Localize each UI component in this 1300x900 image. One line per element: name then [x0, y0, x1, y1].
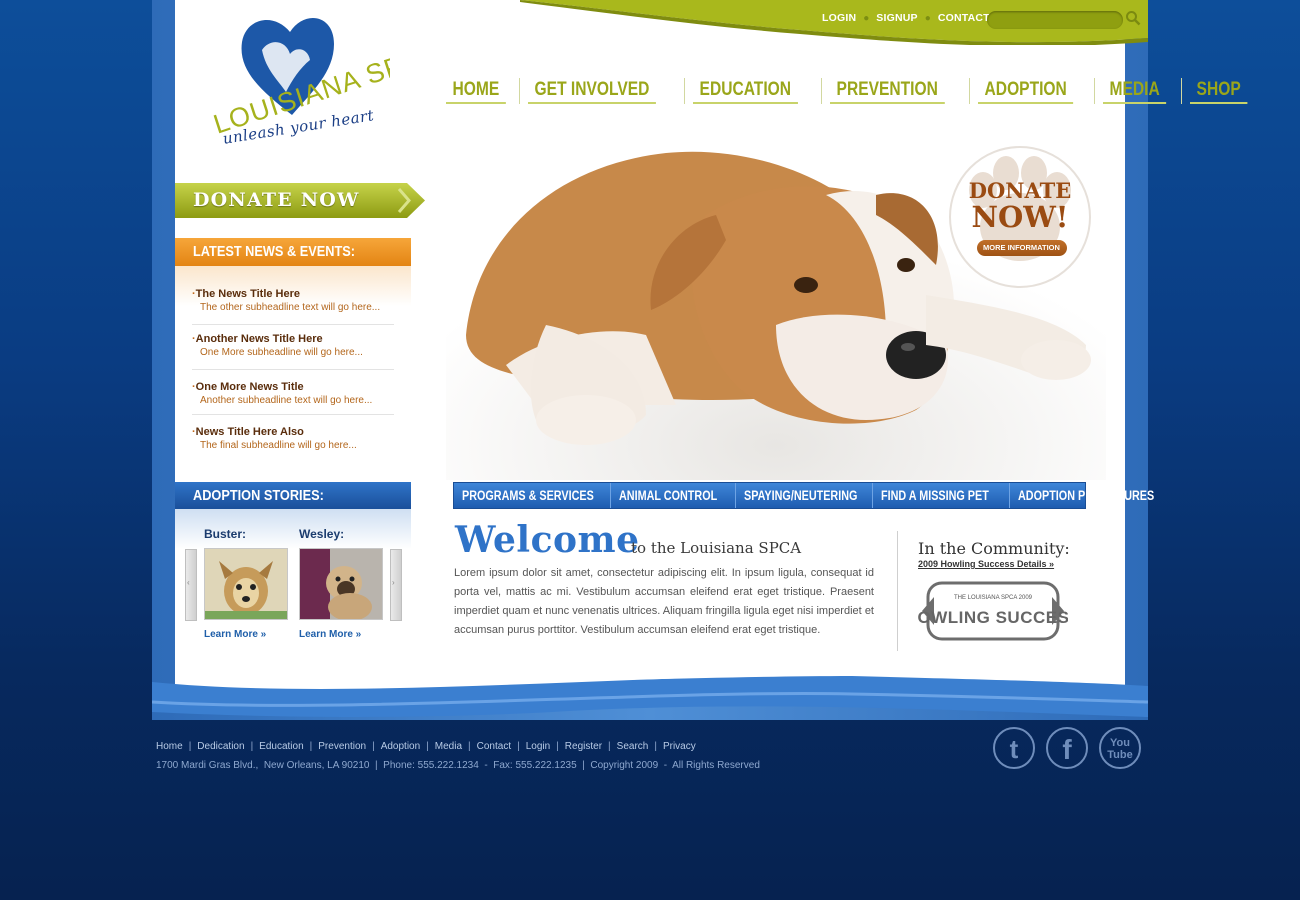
footer-link-login[interactable]: Login: [526, 741, 550, 752]
footer-address: 1700 Mardi Gras Blvd., New Orleans, LA 9…: [156, 760, 760, 771]
footer-link-home[interactable]: Home: [156, 741, 183, 752]
main-nav: HOME GET INVOLVED EDUCATION PREVENTION A…: [446, 78, 1260, 104]
footer-link-dedication[interactable]: Dedication: [197, 741, 244, 752]
welcome-title: Welcome: [455, 519, 640, 561]
footer-link-prevention[interactable]: Prevention: [318, 741, 366, 752]
welcome-subtitle: to the Louisiana SPCA: [631, 539, 802, 557]
news-subheadline: Another subheadline text will go here...: [200, 395, 373, 406]
carousel-prev-button[interactable]: ‹: [185, 549, 197, 621]
footer-link-adoption[interactable]: Adoption: [381, 741, 420, 752]
more-information-button[interactable]: MORE INFORMATION ›: [977, 240, 1067, 269]
separator-dot: ●: [924, 12, 931, 24]
footer-link-register[interactable]: Register: [565, 741, 602, 752]
news-item[interactable]: News Title Here Also The final subheadli…: [192, 415, 394, 460]
chevron-right-icon: ›: [1057, 258, 1061, 269]
nav-home[interactable]: HOME: [446, 78, 506, 104]
svg-text:You: You: [1110, 737, 1130, 749]
svg-text:Tube: Tube: [1107, 749, 1132, 761]
bottom-wave: [152, 672, 1148, 717]
footer-link-contact[interactable]: Contact: [477, 741, 511, 752]
contact-link[interactable]: CONTACT: [938, 12, 990, 24]
chevron-right-icon: ›: [392, 578, 395, 587]
adoption-story: Wesley: Learn More »: [299, 527, 383, 640]
twitter-icon[interactable]: t: [993, 727, 1035, 769]
pet-name: Wesley:: [299, 527, 345, 541]
subnav-find-missing-pet[interactable]: FIND A MISSING PET: [873, 483, 1010, 508]
signup-link[interactable]: SIGNUP: [876, 12, 917, 24]
secondary-nav: PROGRAMS & SERVICES ANIMAL CONTROL SPAYI…: [453, 482, 1154, 509]
svg-text:THE LOUISIANA SPCA 2009: THE LOUISIANA SPCA 2009: [954, 595, 1033, 601]
footer-links: Home | Dedication | Education | Prevention |…: [156, 741, 696, 752]
subnav-spaying-neutering[interactable]: SPAYING/NEUTERING: [736, 483, 873, 508]
youtube-icon[interactable]: You Tube: [1099, 727, 1141, 769]
svg-text:f: f: [1062, 734, 1072, 765]
footer-link-privacy[interactable]: Privacy: [663, 741, 696, 752]
news-item[interactable]: Another News Title Here One More subhead…: [192, 325, 394, 370]
nav-get-involved[interactable]: GET INVOLVED: [528, 78, 656, 104]
facebook-icon[interactable]: f: [1046, 727, 1088, 769]
svg-text:HOWLING SUCCESS: HOWLING SUCCESS: [918, 608, 1068, 627]
news-list: The News Title Here The other subheadlin…: [192, 280, 394, 460]
subnav-programs-services[interactable]: PROGRAMS & SERVICES: [454, 483, 611, 508]
footer-link-media[interactable]: Media: [435, 741, 462, 752]
news-header: LATEST NEWS & EVENTS:: [175, 238, 411, 266]
news-title: Another News Title Here: [192, 333, 394, 345]
divider: [897, 531, 898, 651]
howling-success-details-link[interactable]: 2009 Howling Success Details »: [918, 559, 1054, 569]
news-title: News Title Here Also: [192, 426, 394, 438]
news-subheadline: The final subheadline will go here...: [200, 440, 357, 451]
nav-media[interactable]: MEDIA: [1103, 78, 1167, 104]
footer-link-education[interactable]: Education: [259, 741, 303, 752]
community-title: In the Community:: [918, 539, 1070, 558]
adoption-story: Buster: Learn More »: [204, 527, 288, 640]
news-item[interactable]: One More News Title Another subheadline …: [192, 370, 394, 415]
separator-dot: ●: [863, 12, 870, 24]
learn-more-link[interactable]: Learn More »: [299, 629, 383, 640]
news-title: One More News Title: [192, 381, 394, 393]
pet-photo[interactable]: [299, 548, 383, 621]
carousel-next-button[interactable]: ›: [390, 549, 402, 621]
howling-success-logo[interactable]: THE LOUISIANA SPCA 2009 HOWLING SUCCESS: [918, 577, 1068, 645]
nav-shop[interactable]: SHOP: [1189, 78, 1247, 104]
nav-education[interactable]: EDUCATION: [693, 78, 798, 104]
donate-now-label: DONATE NOW: [193, 189, 360, 211]
donate-badge-title: DONATE NOW!: [968, 178, 1072, 234]
pet-photo[interactable]: [204, 548, 288, 620]
welcome-body: Lorem ipsum dolor sit amet, consectetur …: [454, 567, 874, 636]
search-icon[interactable]: [1125, 10, 1141, 26]
login-link[interactable]: LOGIN: [822, 12, 856, 24]
news-title: The News Title Here: [192, 288, 394, 300]
footer-link-search[interactable]: Search: [617, 741, 649, 752]
news-item[interactable]: The News Title Here The other subheadlin…: [192, 280, 394, 325]
subnav-animal-control[interactable]: ANIMAL CONTROL: [611, 483, 736, 508]
learn-more-link[interactable]: Learn More »: [204, 629, 288, 640]
nav-adoption[interactable]: ADOPTION: [978, 78, 1074, 104]
nav-prevention[interactable]: PREVENTION: [829, 78, 945, 104]
svg-text:t: t: [1010, 734, 1019, 764]
top-links: LOGIN ● SIGNUP ● CONTACT: [822, 12, 990, 24]
news-subheadline: One More subheadline will go here...: [200, 347, 363, 358]
subnav-adoption-procedures[interactable]: ADOPTION PROCEDURES: [1010, 483, 1169, 508]
adoption-stories-header: ADOPTION STORIES:: [175, 482, 411, 509]
search-input[interactable]: [987, 11, 1123, 29]
chevron-left-icon: ‹: [187, 578, 190, 587]
pet-name: Buster:: [204, 527, 247, 541]
news-subheadline: The other subheadline text will go here.…: [200, 302, 381, 313]
